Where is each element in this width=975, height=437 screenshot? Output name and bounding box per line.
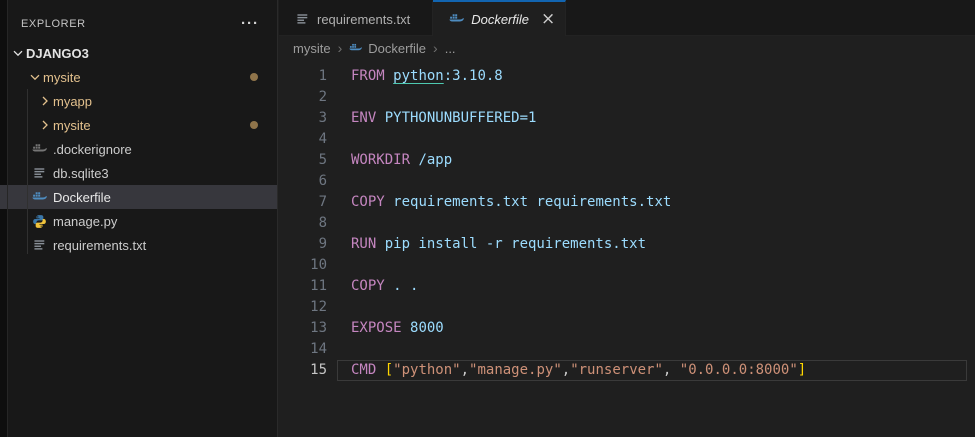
code-line-4[interactable]: 4 [279,129,975,150]
tab-dockerfile[interactable]: Dockerfile × [433,0,567,36]
code-token: EXPOSE [351,320,411,336]
breadcrumb-chevron-icon: › [433,40,438,56]
code-line-9[interactable]: 9 RUN pip install -r requirements.txt [279,234,975,255]
text-file-icon [31,165,47,181]
tree-item-myapp[interactable]: myapp [0,89,277,113]
chevron-down-icon [10,45,26,61]
text-file-icon [294,11,310,27]
line-number: 14 [310,341,327,357]
explorer-title: EXPLORER [21,18,86,30]
code-token: PYTHONUNBUFFERED=1 [384,110,537,126]
code-line-2[interactable]: 2 [279,87,975,108]
code-token: ENV [351,110,385,126]
docker-whale-icon [448,11,464,27]
code-token: "0.0.0.0:8000" [679,362,798,378]
line-number: 4 [318,131,327,147]
breadcrumb-item-dockerfile[interactable]: Dockerfile [368,41,426,56]
code-line-7[interactable]: 7 COPY requirements.txt requirements.txt [279,192,975,213]
tree-item-requirements-txt[interactable]: requirements.txt [0,233,277,257]
docker-whale-icon [31,141,47,157]
code-line-8[interactable]: 8 [279,213,975,234]
code-token: FROM [351,68,394,84]
code-line-3[interactable]: 3 ENV PYTHONUNBUFFERED=1 [279,108,975,129]
explorer-sidebar: EXPLORER ··· DJANGO3 mysite myapp mysite… [0,0,278,437]
tree-item-mysite[interactable]: mysite [0,65,277,89]
code-line-14[interactable]: 14 [279,339,975,360]
breadcrumb-item-symbols[interactable]: ... [445,41,456,56]
tree-item-dockerignore[interactable]: .dockerignore [0,137,277,161]
editor-group: requirements.txt Dockerfile × mysite › D… [279,0,975,437]
code-token: ] [797,362,807,378]
code-token: 8000 [410,320,444,336]
tree-item-mysite-inner[interactable]: mysite [0,113,277,137]
code-token: RUN [351,236,385,252]
chevron-right-icon [37,117,53,133]
line-number: 10 [310,257,327,273]
tab-requirements-txt[interactable]: requirements.txt [279,0,434,36]
chevron-down-icon [27,69,43,85]
code-token: , [460,362,470,378]
tree-item-manage-py[interactable]: manage.py [0,209,277,233]
tree-item-db-sqlite3[interactable]: db.sqlite3 [0,161,277,185]
line-number: 1 [318,68,327,84]
explorer-header: EXPLORER ··· [0,0,277,38]
line-number: 6 [318,173,327,189]
code-token: CMD [351,362,385,378]
code-line-6[interactable]: 6 [279,171,975,192]
code-line-13[interactable]: 13 EXPOSE 8000 [279,318,975,339]
python-icon [31,213,47,229]
code-token: "python" [393,362,461,378]
line-number: 3 [318,110,327,126]
breadcrumb-item-mysite[interactable]: mysite [293,41,331,56]
explorer-more-actions-icon[interactable]: ··· [241,16,259,31]
tree-indent-guide [27,89,28,254]
code-token: requirements.txt requirements.txt [393,194,672,210]
code-line-12[interactable]: 12 [279,297,975,318]
line-number: 9 [318,236,327,252]
file-tree: DJANGO3 mysite myapp mysite .dockerignor… [0,41,277,257]
line-number: 2 [318,89,327,105]
breadcrumb: mysite › Dockerfile › ... [279,36,975,60]
chevron-right-icon [37,93,53,109]
code-token: , [662,362,680,378]
code-token: /app [418,152,453,168]
code-token: :3.10.8 [443,68,503,84]
line-number: 13 [310,320,327,336]
code-line-15[interactable]: 15 CMD ["python","manage.py","runserver"… [279,360,975,381]
code-token: "runserver" [570,362,663,378]
close-icon[interactable]: × [541,11,555,28]
code-token: pip install -r requirements.txt [384,236,647,252]
line-number: 11 [310,278,327,294]
docker-whale-icon [349,41,363,55]
code-token: "manage.py" [469,362,562,378]
code-line-1[interactable]: 1 FROM python:3.10.8 [279,66,975,87]
code-line-10[interactable]: 10 [279,255,975,276]
code-token: . . [393,278,419,294]
line-number: 8 [318,215,327,231]
modified-dot-badge [250,73,258,81]
line-number: 12 [310,299,327,315]
tree-item-django3[interactable]: DJANGO3 [0,41,277,65]
code-token: WORKDIR [351,152,419,168]
code-line-5[interactable]: 5 WORKDIR /app [279,150,975,171]
modified-dot-badge [250,121,258,129]
line-number: 5 [318,152,327,168]
breadcrumb-chevron-icon: › [337,40,343,56]
docker-whale-icon [31,189,47,205]
code-token: COPY [351,278,394,294]
code-token: [ [384,362,394,378]
code-token: COPY [351,194,394,210]
sidebar-edge-line [7,0,8,437]
editor-tab-bar: requirements.txt Dockerfile × [279,0,975,36]
line-number: 15 [310,362,327,378]
line-number: 7 [318,194,327,210]
tree-item-dockerfile[interactable]: Dockerfile [0,185,277,209]
code-token-link[interactable]: python [393,68,444,84]
code-line-11[interactable]: 11 COPY . . [279,276,975,297]
text-file-icon [31,237,47,253]
code-editor[interactable]: 1 FROM python:3.10.8 2 3 ENV PYTHONUNBUF… [279,60,975,437]
code-token: , [561,362,571,378]
